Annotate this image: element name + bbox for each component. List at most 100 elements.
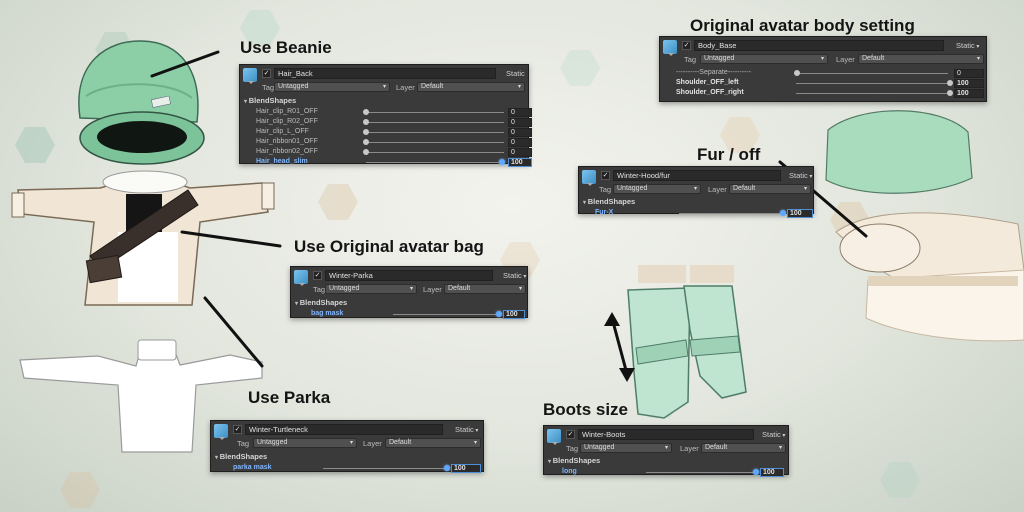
layer-dropdown[interactable]: Default [417,82,525,92]
tag-dropdown[interactable]: Untagged [580,443,672,453]
slider-knob[interactable] [363,129,369,135]
tag-label: Tag [684,55,697,64]
slider-knob[interactable] [794,70,800,76]
value-field[interactable]: 0 [508,107,532,117]
blendshapes-foldout[interactable]: BlendShapes [295,298,523,309]
active-checkbox[interactable]: ✓ [313,271,322,280]
value-field[interactable]: 100 [760,467,784,477]
callout-parka: Use Parka [248,388,331,407]
gameobject-cube-icon[interactable] [582,170,596,186]
slider-knob[interactable] [496,311,502,317]
static-dropdown[interactable]: Static [455,424,478,437]
active-checkbox[interactable]: ✓ [601,171,610,180]
slider-knob[interactable] [363,149,369,155]
tag-dropdown[interactable]: Untagged [700,54,828,64]
layer-dropdown[interactable]: Default [444,284,526,294]
gameobject-cube-icon[interactable] [214,424,228,440]
layer-dropdown[interactable]: Default [729,184,811,194]
slider-knob[interactable] [363,109,369,115]
value-field[interactable]: 0 [954,68,984,78]
active-checkbox[interactable]: ✓ [682,41,691,50]
layer-dropdown[interactable]: Default [385,438,481,448]
static-dropdown[interactable]: Static [789,170,812,183]
value-field[interactable]: 0 [508,127,532,137]
blendshape-row: Hair_ribbon02_OFF 0 [244,147,532,157]
blendshape-separator-row: ----------Separate---------- 0 [664,68,984,78]
inspector-body-base: ✓ Body_Base Static Tag Untagged Layer De… [659,36,987,102]
blendshapes-foldout[interactable]: BlendShapes [548,456,784,467]
value-field[interactable]: 0 [508,137,532,147]
blendshape-row: bag mask 100 [295,309,525,319]
slider-knob[interactable] [780,210,786,216]
blendshape-row: Fur-X 100 [583,208,813,218]
pointer-boots-arrow [610,316,629,376]
object-name-field[interactable]: Body_Base [694,40,944,51]
layer-label: Layer [708,185,727,194]
blendshape-row: Hair_clip_R01_OFF 0 [244,107,532,117]
value-field[interactable]: 100 [451,463,481,473]
object-name-field[interactable]: Winter-Parka [325,270,493,281]
gameobject-cube-icon[interactable] [663,40,677,56]
callout-fur: Fur / off [697,145,761,164]
slider-knob[interactable] [363,139,369,145]
blendshape-row: Hair_clip_L_OFF 0 [244,127,532,137]
blendshapes-foldout[interactable]: BlendShapes [244,96,524,107]
object-name-field[interactable]: Winter-Boots [578,429,754,440]
blendshape-row: Hair_clip_R02_OFF 0 [244,117,532,127]
object-name-field[interactable]: Winter-Hood/fur [613,170,781,181]
active-checkbox[interactable]: ✓ [233,425,242,434]
active-checkbox[interactable]: ✓ [566,430,575,439]
layer-label: Layer [363,439,382,448]
blendshape-row: long 100 [548,467,784,477]
tag-dropdown[interactable]: Untagged [274,82,390,92]
arrow-down-icon [619,368,635,382]
value-field[interactable]: 100 [508,157,532,167]
inspector-winter-boots: ✓ Winter-Boots Static Tag Untagged Layer… [543,425,789,477]
gameobject-cube-icon[interactable] [294,270,308,286]
static-dropdown[interactable]: Static [503,270,526,283]
tag-dropdown[interactable]: Untagged [613,184,701,194]
value-field[interactable]: 100 [787,208,813,218]
slider-knob[interactable] [947,80,953,86]
value-field[interactable]: 0 [508,117,532,127]
arrow-up-icon [604,312,620,326]
layer-label: Layer [680,444,699,453]
slider-knob[interactable] [444,465,450,471]
blendshape-row: parka mask 100 [215,463,481,473]
callout-bag: Use Original avatar bag [294,237,484,256]
object-name-field[interactable]: Hair_Back [274,68,496,79]
static-dropdown[interactable]: Static [762,429,785,442]
blendshape-row: Shoulder_OFF_right 100 [664,88,984,98]
blendshapes-foldout[interactable]: BlendShapes [583,197,809,208]
slider-knob[interactable] [947,90,953,96]
callout-beanie: Use Beanie [240,38,332,57]
gameobject-cube-icon[interactable] [547,429,561,445]
tag-label: Tag [313,285,326,294]
static-dropdown[interactable]: Static [956,40,979,53]
active-checkbox[interactable]: ✓ [262,69,271,78]
tag-label: Tag [237,439,250,448]
tag-dropdown[interactable]: Untagged [325,284,417,294]
layer-label: Layer [836,55,855,64]
blendshape-row: Hair_head_slim 100 [244,157,532,167]
boots-illustration [627,265,747,419]
value-field[interactable]: 100 [503,309,525,319]
gameobject-cube-icon[interactable] [243,68,257,84]
layer-label: Layer [396,83,415,92]
layer-dropdown[interactable]: Default [858,54,984,64]
callout-body-setting: Original avatar body setting [690,16,915,35]
blendshapes-foldout[interactable]: BlendShapes [215,452,479,463]
callout-boots: Boots size [543,400,629,419]
slider-knob[interactable] [363,119,369,125]
object-name-field[interactable]: Winter-Turtleneck [245,424,443,435]
tag-label: Tag [566,444,579,453]
slider-knob[interactable] [753,469,759,475]
tag-label: Tag [599,185,612,194]
value-field[interactable]: 0 [508,147,532,157]
value-field[interactable]: 100 [954,78,984,88]
slider-knob[interactable] [499,159,505,165]
value-field[interactable]: 100 [954,88,984,98]
inspector-winter-hood-fur: ✓ Winter-Hood/fur Static Tag Untagged La… [578,166,814,218]
layer-dropdown[interactable]: Default [701,443,786,453]
tag-dropdown[interactable]: Untagged [253,438,357,448]
